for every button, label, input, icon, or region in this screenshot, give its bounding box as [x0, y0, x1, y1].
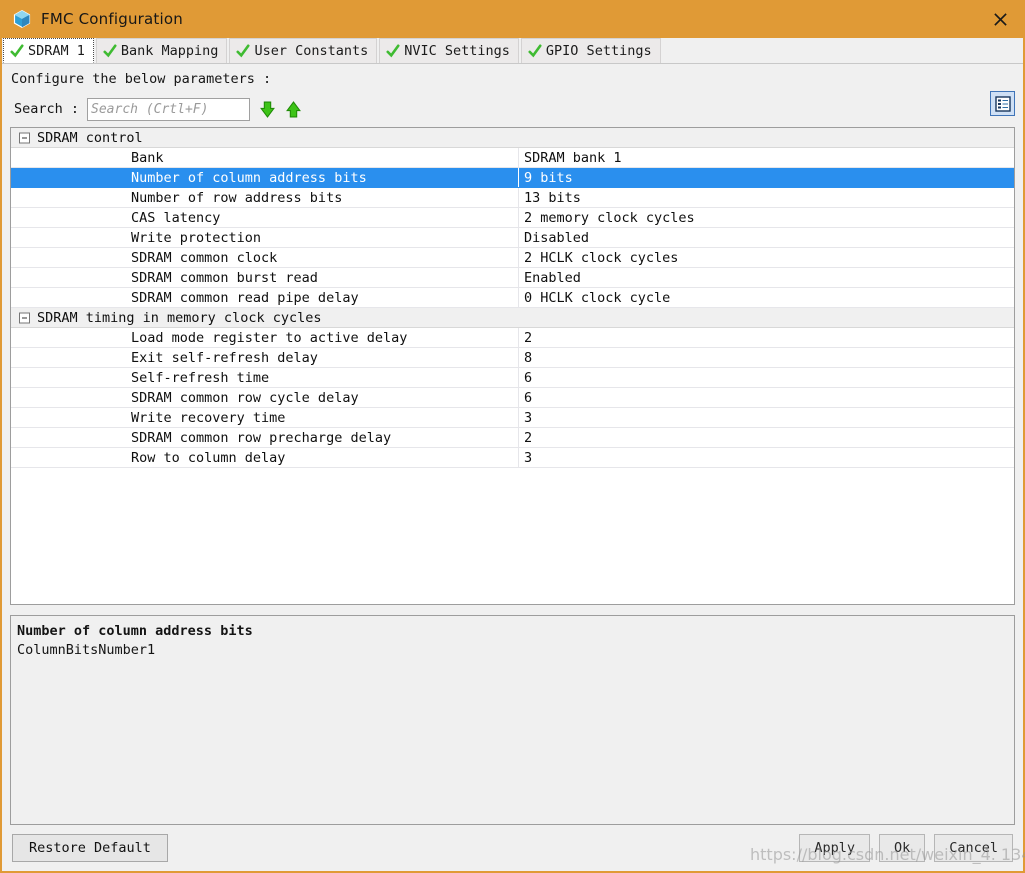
- tab-gpio-settings[interactable]: GPIO Settings: [520, 38, 661, 63]
- table-row[interactable]: SDRAM common row precharge delay 2: [11, 428, 1014, 448]
- parameter-value[interactable]: Disabled: [519, 228, 589, 247]
- parameter-name: Bank: [131, 149, 164, 166]
- parameter-name: Row to column delay: [131, 449, 286, 466]
- close-icon: [993, 12, 1007, 26]
- parameter-value[interactable]: SDRAM bank 1: [519, 148, 622, 167]
- group-label: SDRAM control: [37, 129, 143, 146]
- table-row[interactable]: Load mode register to active delay 2: [11, 328, 1014, 348]
- arrow-up-icon[interactable]: [285, 100, 302, 118]
- table-row[interactable]: Row to column delay 3: [11, 448, 1014, 468]
- parameter-name: SDRAM common read pipe delay: [131, 289, 359, 306]
- parameter-value[interactable]: 6: [519, 368, 532, 387]
- parameter-name: SDRAM common row cycle delay: [131, 389, 359, 406]
- tab-label: NVIC Settings: [404, 43, 510, 59]
- parameter-value[interactable]: 2: [519, 328, 532, 347]
- parameter-name: Write recovery time: [131, 409, 286, 426]
- parameter-value[interactable]: Enabled: [519, 268, 581, 287]
- description-panel: Number of column address bits ColumnBits…: [10, 615, 1015, 825]
- green-check-icon: [103, 44, 117, 58]
- ok-button[interactable]: Ok: [878, 834, 926, 862]
- tab-label: GPIO Settings: [545, 43, 652, 59]
- apply-button[interactable]: Apply: [799, 834, 870, 862]
- close-button[interactable]: [977, 0, 1023, 38]
- table-row[interactable]: Write recovery time 3: [11, 408, 1014, 428]
- parameter-value[interactable]: 0 HCLK clock cycle: [519, 288, 670, 307]
- instruction-text: Configure the below parameters :: [11, 71, 272, 87]
- table-row[interactable]: Write protection Disabled: [11, 228, 1014, 248]
- table-row[interactable]: Bank SDRAM bank 1: [11, 148, 1014, 168]
- parameter-name: SDRAM common burst read: [131, 269, 318, 286]
- parameter-name: SDRAM common row precharge delay: [131, 429, 392, 446]
- parameter-value[interactable]: 2 memory clock cycles: [519, 208, 695, 227]
- list-view-icon: [994, 95, 1011, 112]
- cancel-button[interactable]: Cancel: [934, 834, 1013, 862]
- parameter-value[interactable]: 2 HCLK clock cycles: [519, 248, 678, 267]
- cube-icon: [13, 9, 31, 29]
- table-row[interactable]: SDRAM common read pipe delay 0 HCLK cloc…: [11, 288, 1014, 308]
- table-row[interactable]: SDRAM common clock 2 HCLK clock cycles: [11, 248, 1014, 268]
- table-row-selected[interactable]: Number of column address bits 9 bits: [11, 168, 1014, 188]
- tab-bank-mapping[interactable]: Bank Mapping: [95, 38, 228, 63]
- arrow-down-icon[interactable]: [259, 101, 276, 118]
- collapse-expander-icon[interactable]: [19, 132, 30, 143]
- parameter-name: CAS latency: [131, 209, 221, 226]
- tab-label: SDRAM 1: [28, 42, 85, 59]
- tab-nvic-settings[interactable]: NVIC Settings: [379, 38, 519, 63]
- description-title: Number of column address bits: [17, 623, 253, 639]
- table-row[interactable]: Number of row address bits 13 bits: [11, 188, 1014, 208]
- restore-default-button[interactable]: Restore Default: [12, 834, 168, 862]
- tab-strip: SDRAM 1 Bank Mapping User Constants NVIC…: [2, 38, 1023, 64]
- parameter-name: Write protection: [131, 229, 262, 246]
- table-group-row[interactable]: SDRAM control: [11, 128, 1014, 148]
- parameter-value[interactable]: 13 bits: [519, 188, 581, 207]
- tab-user-constants[interactable]: User Constants: [229, 38, 378, 63]
- table-row[interactable]: Exit self-refresh delay 8: [11, 348, 1014, 368]
- parameter-value[interactable]: 9 bits: [519, 168, 573, 187]
- parameter-value[interactable]: 6: [519, 388, 532, 407]
- parameter-name: Number of row address bits: [131, 189, 343, 206]
- tab-label: Bank Mapping: [120, 43, 219, 59]
- tab-sdram-1[interactable]: SDRAM 1: [3, 38, 94, 63]
- parameter-value[interactable]: 3: [519, 408, 532, 427]
- green-check-icon: [236, 44, 251, 58]
- parameter-name: Self-refresh time: [131, 369, 270, 386]
- search-input[interactable]: [87, 97, 251, 121]
- green-check-icon: [10, 43, 24, 57]
- parameter-name: SDRAM common clock: [131, 249, 278, 266]
- table-row[interactable]: SDRAM common burst read Enabled: [11, 268, 1014, 288]
- green-check-icon: [528, 44, 542, 58]
- table-row[interactable]: CAS latency 2 memory clock cycles: [11, 208, 1014, 228]
- footer-bar: Restore Default Apply Ok Cancel: [2, 825, 1023, 871]
- search-row: Search :: [2, 89, 1023, 124]
- parameter-value[interactable]: 3: [519, 448, 532, 467]
- parameter-value[interactable]: 2: [519, 428, 532, 447]
- parameter-name: Number of column address bits: [131, 169, 367, 186]
- table-group-row[interactable]: SDRAM timing in memory clock cycles: [11, 308, 1014, 328]
- search-label: Search :: [14, 101, 80, 117]
- parameter-name: Load mode register to active delay: [131, 329, 408, 346]
- table-row[interactable]: SDRAM common row cycle delay 6: [11, 388, 1014, 408]
- parameter-value[interactable]: 8: [519, 348, 532, 367]
- window-title: FMC Configuration: [41, 10, 183, 28]
- description-body: ColumnBitsNumber1: [17, 642, 156, 658]
- parameter-table[interactable]: SDRAM control Bank SDRAM bank 1 Number o…: [10, 127, 1015, 605]
- green-check-icon: [386, 44, 400, 58]
- table-row[interactable]: Self-refresh time 6: [11, 368, 1014, 388]
- tab-label: User Constants: [254, 43, 369, 59]
- window-titlebar: FMC Configuration: [2, 0, 1023, 38]
- collapse-expander-icon[interactable]: [19, 312, 30, 323]
- parameter-name: Exit self-refresh delay: [131, 349, 318, 366]
- list-view-toggle-button[interactable]: [990, 91, 1015, 116]
- group-label: SDRAM timing in memory clock cycles: [37, 309, 322, 326]
- fmc-configuration-window: FMC Configuration SDRAM 1 Bank Mapping U…: [0, 0, 1025, 873]
- dialog-action-buttons: Apply Ok Cancel: [799, 834, 1013, 862]
